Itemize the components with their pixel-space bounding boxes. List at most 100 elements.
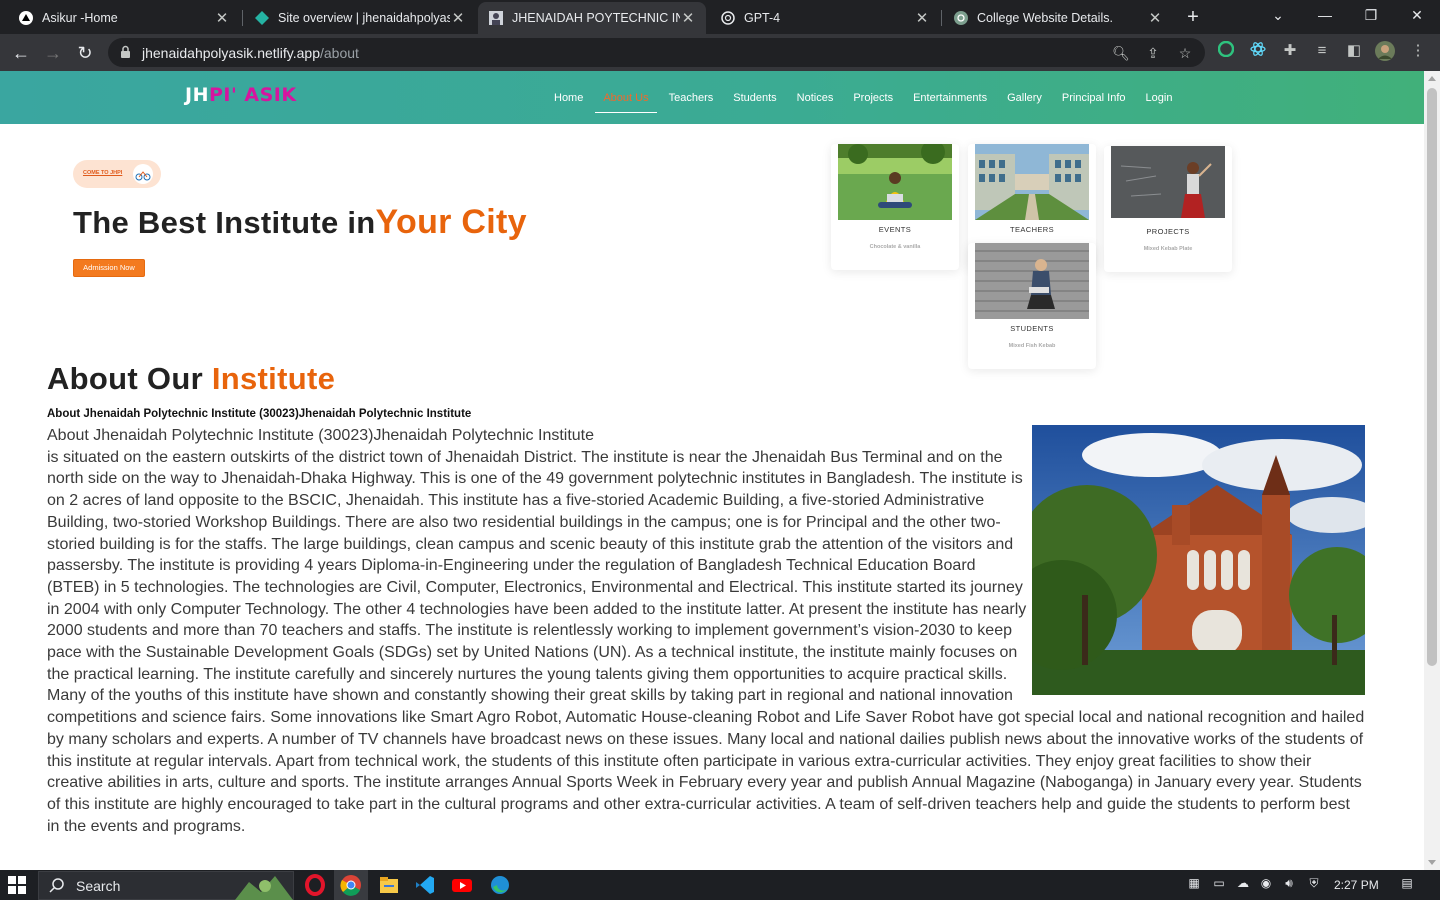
scrollbar-thumb[interactable]	[1427, 88, 1437, 666]
search-label: Search	[76, 878, 121, 894]
extensions-puzzle-icon[interactable]: ✚	[1280, 41, 1300, 61]
windows-taskbar: Search ▦ ▭ ☁ ◉ 🔊︎ ⛨ 2:27 PM ▤	[0, 870, 1440, 900]
search-highlight-illustration-icon	[235, 872, 293, 900]
card-projects[interactable]: PROJECTS Mixed Kebab Plate	[1104, 146, 1232, 272]
tab-gpt4[interactable]: GPT-4 ✕	[710, 2, 940, 34]
nav-login[interactable]: Login	[1136, 91, 1183, 105]
forward-button[interactable]: →	[40, 40, 66, 66]
taskbar-search-box[interactable]: Search	[38, 871, 294, 900]
card-caption: STUDENTS	[1010, 324, 1054, 333]
card-events[interactable]: EVENTS Chocolate & vanilla	[831, 144, 959, 270]
volume-icon[interactable]: 🔊︎	[1280, 876, 1298, 894]
opera-icon[interactable]	[304, 874, 326, 896]
tab-separator	[242, 10, 243, 26]
tray-colored-app-icon[interactable]: ◉	[1257, 876, 1275, 894]
tray-app-icon[interactable]: ▦	[1185, 876, 1203, 894]
triangle-icon	[18, 10, 34, 26]
cycle-icon	[133, 164, 153, 184]
nav-home[interactable]: Home	[544, 91, 593, 105]
tab-title: JHENAIDAH POYTECHNIC INSTITUTE	[512, 11, 680, 25]
card-subtext: Chocolate & vanilla	[869, 244, 921, 250]
logo-part-2: PI' ASIK	[208, 84, 297, 106]
close-icon[interactable]: ✕	[450, 9, 466, 27]
admission-now-button[interactable]: Admission Now	[73, 259, 145, 277]
come-to-jhpi-pill[interactable]: COME TO JHPI	[73, 160, 161, 188]
nav-notices[interactable]: Notices	[787, 91, 844, 105]
react-devtools-icon[interactable]	[1248, 41, 1268, 61]
onedrive-cloud-icon[interactable]: ☁	[1234, 876, 1252, 894]
kebab-menu-icon[interactable]: ⋮	[1408, 41, 1428, 61]
tab-asikur-home[interactable]: Asikur -Home ✕	[8, 2, 240, 34]
students-image	[975, 243, 1089, 319]
reload-button[interactable]: ↻	[72, 40, 98, 66]
page-viewport: JHPI' ASIK Home About Us Teachers Studen…	[0, 71, 1424, 870]
card-subtext: Mixed Kebab Plate	[1143, 246, 1193, 252]
security-shield-icon[interactable]: ⛨	[1305, 876, 1323, 894]
netlify-icon	[254, 10, 270, 26]
openai-icon	[953, 10, 969, 26]
site-logo[interactable]: JHPI' ASIK	[185, 84, 297, 106]
openai-icon	[720, 10, 736, 26]
restore-button[interactable]: ❐	[1348, 0, 1394, 32]
chrome-icon[interactable]	[340, 874, 362, 896]
tab-jhenaidah-active[interactable]: JHENAIDAH POYTECHNIC INSTITUTE ✕	[478, 2, 706, 34]
minimize-button[interactable]: —	[1302, 0, 1348, 32]
close-icon[interactable]: ✕	[214, 9, 230, 27]
zoom-icon[interactable]: 🔍︎	[1112, 44, 1130, 62]
tab-search-chevron-icon[interactable]: ⌄	[1255, 0, 1301, 32]
vscode-icon[interactable]	[414, 874, 436, 896]
tray-network-device-icon[interactable]: ▭	[1210, 876, 1228, 894]
file-explorer-icon[interactable]	[378, 874, 400, 896]
scroll-up-arrow-icon[interactable]	[1428, 76, 1436, 81]
nav-students[interactable]: Students	[723, 91, 786, 105]
about-heading-accent: Institute	[211, 361, 336, 396]
url-host: jhenaidahpolyasik.netlify.app	[142, 45, 320, 61]
youtube-icon[interactable]	[451, 874, 473, 896]
page-scrollbar[interactable]	[1424, 71, 1440, 870]
institute-building-image	[1032, 425, 1365, 695]
close-window-button[interactable]: ✕	[1394, 0, 1440, 32]
card-caption: EVENTS	[878, 225, 912, 234]
windows-start-icon[interactable]	[8, 876, 26, 894]
projects-image	[1111, 146, 1225, 222]
profile-avatar-icon[interactable]	[1375, 41, 1395, 61]
close-icon[interactable]: ✕	[680, 9, 696, 27]
side-panel-icon[interactable]: ◧	[1344, 41, 1364, 61]
nav-principal-info[interactable]: Principal Info	[1052, 91, 1136, 105]
media-queue-icon[interactable]: ≡	[1312, 41, 1332, 61]
tab-college-website[interactable]: College Website Details. ✕	[943, 2, 1173, 34]
nav-teachers[interactable]: Teachers	[659, 91, 724, 105]
clock[interactable]: 2:27 PM	[1334, 878, 1379, 892]
tab-title: Site overview | jhenaidahpolyasik	[278, 11, 450, 25]
notifications-icon[interactable]: ▤	[1398, 876, 1416, 894]
card-caption: PROJECTS	[1146, 227, 1190, 236]
share-icon[interactable]: ⇪	[1144, 44, 1162, 62]
url-path: /about	[319, 45, 359, 61]
tab-title: College Website Details.	[977, 11, 1113, 25]
pill-text: COME TO JHPI	[83, 170, 123, 176]
hero-title-accent: Your City	[375, 203, 527, 241]
close-icon[interactable]: ✕	[914, 9, 930, 27]
nav-gallery[interactable]: Gallery	[997, 91, 1052, 105]
scroll-down-arrow-icon[interactable]	[1428, 860, 1436, 865]
address-bar[interactable]: jhenaidahpolyasik.netlify.app/about 🔍︎ ⇪…	[108, 38, 1205, 67]
search-icon	[49, 877, 65, 898]
events-image	[838, 144, 952, 220]
card-students[interactable]: STUDENTS Mixed Fish Kebab	[968, 243, 1096, 369]
nav-projects[interactable]: Projects	[843, 91, 903, 105]
nav-entertainments[interactable]: Entertainments	[903, 91, 997, 105]
bookmark-star-icon[interactable]: ☆	[1176, 44, 1194, 62]
extension-green-icon[interactable]	[1216, 40, 1236, 61]
back-button[interactable]: ←	[8, 40, 34, 66]
hero-title-plain: The Best Institute in	[73, 205, 376, 240]
logo-part-1: JH	[185, 84, 209, 106]
browser-tab-bar: Asikur -Home ✕ Site overview | jhenaidah…	[0, 0, 1440, 34]
close-icon[interactable]: ✕	[1147, 9, 1163, 27]
new-tab-button[interactable]: +	[1181, 5, 1205, 29]
about-subheading: About Jhenaidah Polytechnic Institute (3…	[47, 408, 472, 420]
tab-title: Asikur -Home	[42, 11, 118, 25]
teachers-image	[975, 144, 1089, 220]
edge-icon[interactable]	[489, 874, 511, 896]
tab-site-overview[interactable]: Site overview | jhenaidahpolyasik ✕	[244, 2, 476, 34]
nav-about-us[interactable]: About Us	[593, 91, 658, 113]
